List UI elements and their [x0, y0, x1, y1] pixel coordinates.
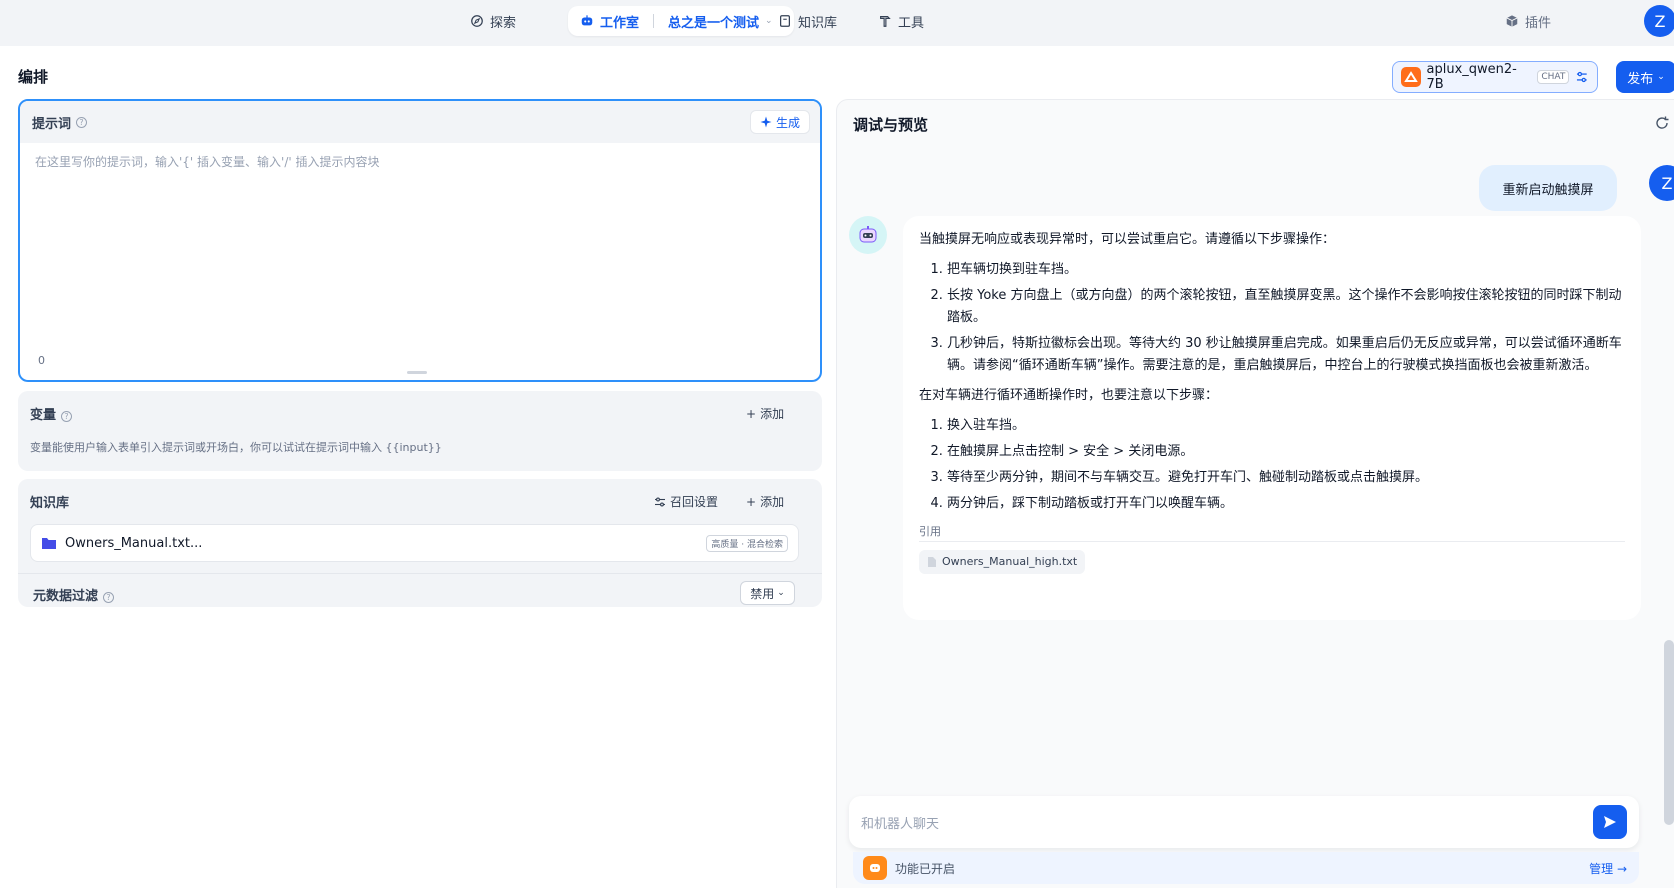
add-variable-button[interactable]: + 添加 — [746, 405, 784, 422]
nav-studio-label: 工作室 — [600, 15, 640, 31]
plus-icon: + — [746, 494, 757, 509]
list-item: 两分钟后，踩下制动踏板或打开车门以唤醒车辆。 — [947, 493, 1625, 515]
manage-link[interactable]: 管理 → — [1589, 860, 1627, 877]
preview-panel: 调试与预览 重新启动触摸屏 Z 当触摸屏无响应或表现异常时，可以尝试重启它。请遵… — [836, 99, 1674, 888]
citation-chip[interactable]: Owners_Manual_high.txt — [919, 550, 1086, 574]
folder-icon — [42, 538, 56, 549]
send-button[interactable] — [1593, 805, 1627, 839]
help-icon[interactable]: ? — [103, 592, 115, 603]
prompt-header: 提示词 ? 生成 — [20, 101, 820, 143]
resize-handle[interactable] — [407, 371, 427, 374]
steps-list-2: 换入驻车挡。 在触摸屏上点击控制 > 安全 > 关闭电源。 等待至少两分钟，期间… — [919, 415, 1625, 515]
preview-title: 调试与预览 — [853, 116, 929, 134]
top-nav: 探索 工作室 总之是一个测试 ⌄ 知识库 工具 插件 Z — [0, 0, 1674, 46]
knowledge-file-name: Owners_Manual.txt... — [65, 535, 203, 551]
nav-explore-label: 探索 — [490, 15, 517, 31]
nav-plugins[interactable]: 插件 — [1505, 6, 1551, 36]
send-icon — [1604, 816, 1616, 828]
refresh-icon[interactable] — [1654, 115, 1670, 131]
list-item: 换入驻车挡。 — [947, 415, 1625, 437]
user-message: 重新启动触摸屏 — [1479, 165, 1617, 211]
settings-sliders-icon — [655, 497, 665, 506]
variables-description: 变量能使用户输入表单引入提示词或开场白，你可以试试在提示词中输入 {{input… — [30, 441, 442, 454]
nav-tools-label: 工具 — [898, 15, 925, 31]
model-selector-button[interactable]: aplux_qwen2-7B CHAT — [1392, 61, 1598, 93]
bot-mid: 在对车辆进行循环通断操作时，也要注意以下步骤： — [919, 388, 1219, 403]
generate-button[interactable]: 生成 — [749, 110, 810, 134]
hammer-icon — [880, 16, 891, 27]
robot-face-icon — [859, 226, 877, 243]
prompt-panel: 提示词 ? 生成 在这里写你的提示词，输入'{' 插入变量、输入'/' 插入提示… — [18, 99, 822, 382]
add-knowledge-label: 添加 — [760, 495, 785, 509]
list-item: 在触摸屏上点击控制 > 安全 > 关闭电源。 — [947, 441, 1625, 463]
nav-studio[interactable]: 工作室 总之是一个测试 ⌄ — [568, 6, 794, 36]
chat-input[interactable]: 和机器人聊天 — [849, 796, 1639, 848]
bot-intro: 当触摸屏无响应或表现异常时，可以尝试重启它。请遵循以下步骤操作： — [919, 232, 1336, 247]
prompt-textarea[interactable]: 在这里写你的提示词，输入'{' 插入变量、输入'/' 插入提示内容块 — [20, 143, 820, 180]
prompt-char-count: 0 — [38, 354, 45, 367]
file-icon — [928, 557, 936, 567]
settings-sliders-icon[interactable] — [1575, 70, 1589, 84]
list-item: 等待至少两分钟，期间不与车辆交互。避免打开车门、触碰制动踏板或点击触摸屏。 — [947, 467, 1625, 489]
scrollbar[interactable] — [1664, 640, 1674, 825]
metadata-filter-title: 元数据过滤? — [33, 585, 115, 604]
nav-explore[interactable]: 探索 — [470, 6, 516, 36]
model-logo-icon — [1401, 67, 1421, 87]
feature-bar: 功能已开启 管理 → — [853, 852, 1639, 884]
list-item: 把车辆切换到驻车挡。 — [947, 259, 1625, 281]
page-title: 编排 — [18, 68, 49, 86]
knowledge-item[interactable]: Owners_Manual.txt... 高质量 · 混合检索 — [30, 524, 799, 562]
prompt-title: 提示词 — [32, 116, 72, 132]
metadata-filter-value: 禁用 — [750, 586, 775, 601]
cube-icon — [1506, 15, 1518, 27]
bot-message: 当触摸屏无响应或表现异常时，可以尝试重启它。请遵循以下步骤操作： 把车辆切换到驻… — [903, 216, 1641, 620]
chevron-down-icon: ⌄ — [765, 16, 773, 26]
citation-label: 引用 — [919, 523, 1625, 542]
app-name[interactable]: 总之是一个测试 — [668, 12, 759, 31]
variables-title: 变量? — [30, 404, 73, 423]
add-variable-label: 添加 — [760, 407, 785, 421]
nav-knowledge-label: 知识库 — [798, 15, 838, 31]
steps-list-1: 把车辆切换到驻车挡。 长按 Yoke 方向盘上（或方向盘）的两个滚轮按钮，直至触… — [919, 259, 1625, 377]
feature-icon — [863, 856, 887, 880]
divider — [18, 573, 822, 574]
recall-settings-button[interactable]: 召回设置 — [654, 493, 718, 510]
nav-knowledge[interactable]: 知识库 — [778, 6, 837, 36]
publish-button[interactable]: 发布 ⌄ — [1616, 61, 1674, 93]
plus-icon: + — [746, 406, 757, 421]
chat-input-placeholder: 和机器人聊天 — [861, 816, 940, 832]
nav-separator — [653, 14, 655, 28]
main-area: 编排 aplux_qwen2-7B CHAT 发布 ⌄ 提示词 ? 生成 在这里… — [0, 46, 1674, 888]
chevron-down-icon: ⌄ — [777, 588, 785, 598]
variables-card: 变量? + 添加 变量能使用户输入表单引入提示词或开场白，你可以试试在提示词中输… — [18, 391, 822, 471]
nav-tools[interactable]: 工具 — [878, 6, 924, 36]
nav-plugins-label: 插件 — [1525, 15, 1552, 31]
knowledge-title: 知识库 — [30, 496, 70, 511]
retrieval-badge: 高质量 · 混合检索 — [706, 534, 788, 552]
model-name: aplux_qwen2-7B — [1426, 62, 1517, 92]
book-icon — [780, 15, 790, 27]
list-item: 长按 Yoke 方向盘上（或方向盘）的两个滚轮按钮，直至触摸屏变黑。这个操作不会… — [947, 285, 1625, 329]
generate-label: 生成 — [775, 115, 800, 130]
help-icon[interactable]: ? — [76, 116, 88, 128]
publish-label: 发布 — [1627, 71, 1654, 87]
user-avatar: Z — [1649, 165, 1674, 201]
knowledge-card: 知识库 召回设置 + 添加 Owners_Manual.txt... 高质量 ·… — [18, 479, 822, 607]
feature-status: 功能已开启 — [895, 861, 956, 876]
model-type-badge: CHAT — [1537, 70, 1570, 84]
user-avatar[interactable]: Z — [1644, 5, 1674, 37]
list-item: 几秒钟后，特斯拉徽标会出现。等待大约 30 秒让触摸屏重启完成。如果重启后仍无反… — [947, 333, 1625, 377]
bot-avatar — [849, 216, 887, 254]
compass-icon — [471, 15, 483, 27]
chevron-down-icon: ⌄ — [1657, 72, 1665, 82]
metadata-filter-select[interactable]: 禁用 ⌄ — [740, 581, 795, 605]
recall-settings-label: 召回设置 — [670, 495, 719, 509]
sparkle-icon — [760, 116, 772, 128]
add-knowledge-button[interactable]: + 添加 — [746, 493, 784, 510]
citation-file-name: Owners_Manual_high.txt — [942, 555, 1078, 568]
help-icon[interactable]: ? — [61, 411, 73, 422]
robot-icon — [581, 15, 593, 26]
